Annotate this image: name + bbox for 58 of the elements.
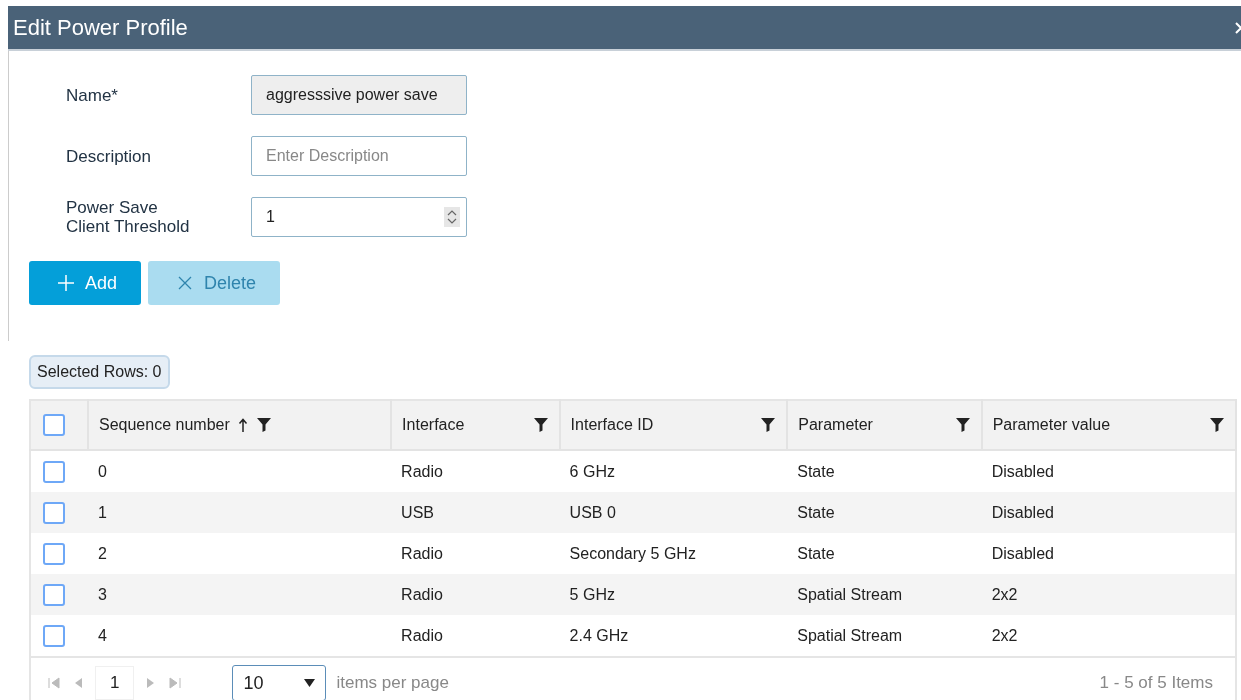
column-header[interactable]: Parameter value [992,416,1111,434]
table-cell: Disabled [991,503,1054,521]
checkbox[interactable] [43,501,65,524]
filter-icon[interactable] [1209,417,1225,433]
last-page-icon[interactable] [168,676,183,690]
table-cell: Disabled [991,544,1054,562]
field-label: Name* [66,85,119,105]
table-cell: 5 GHz [569,585,615,603]
table-cell: 2x2 [991,626,1018,644]
table-cell: State [797,544,835,562]
filter-icon[interactable] [255,417,272,433]
filter-icon[interactable] [760,417,777,433]
table-cell: Radio [401,585,443,603]
plus-icon [57,274,75,292]
number-field[interactable]: 1 [251,197,467,237]
field-label: Description [66,146,153,166]
column-header[interactable]: Parameter [798,416,873,434]
table-cell: Disabled [991,462,1054,480]
checkbox[interactable] [43,583,65,606]
description-field[interactable]: Enter Description [251,136,467,176]
table-cell: State [797,503,835,521]
page-size-dropdown[interactable]: 10 [232,665,327,700]
spinner-icon[interactable] [444,207,460,227]
table-cell: Radio [401,544,443,562]
table-cell: 0 [98,462,107,480]
table-cell: Secondary 5 GHz [569,544,696,562]
table-cell: State [797,462,835,480]
checkbox[interactable] [43,542,65,565]
selected-rows-badge: Selected Rows: 0 [29,355,170,389]
sort-up-icon[interactable] [237,417,248,433]
column-header[interactable]: Interface ID [570,416,654,434]
table-cell: 6 GHz [569,462,615,480]
table-cell: USB 0 [569,503,616,521]
caret-icon [304,679,316,687]
table-cell: 2x2 [991,585,1018,603]
field-label: Power Save Client Threshold [66,198,191,236]
checkbox[interactable] [43,624,65,647]
table-cell: 1 [98,503,107,521]
page-number[interactable]: 1 [95,666,135,700]
table-cell: 2.4 GHz [569,626,629,644]
table-cell: Radio [401,462,443,480]
table-cell: 3 [98,585,107,603]
table-cell: 2 [98,544,107,562]
column-header[interactable]: Interface [402,416,465,434]
column-header[interactable]: Sequence number [99,416,230,434]
filter-icon[interactable] [532,417,549,433]
table-cell: Spatial Stream [797,585,903,603]
item-count: 1 - 5 of 5 Items [1099,673,1213,693]
window-title: Edit Power Profile [12,14,188,41]
table-cell: Radio [401,626,443,644]
table-cell: 4 [98,626,107,644]
first-page-icon[interactable] [47,676,61,690]
checkbox[interactable] [43,414,65,436]
table-cell: Spatial Stream [797,626,903,644]
checkbox[interactable] [43,460,65,483]
page-size-label: items per page [336,673,449,693]
table-cell: USB [401,503,434,521]
filter-icon[interactable] [954,417,971,433]
